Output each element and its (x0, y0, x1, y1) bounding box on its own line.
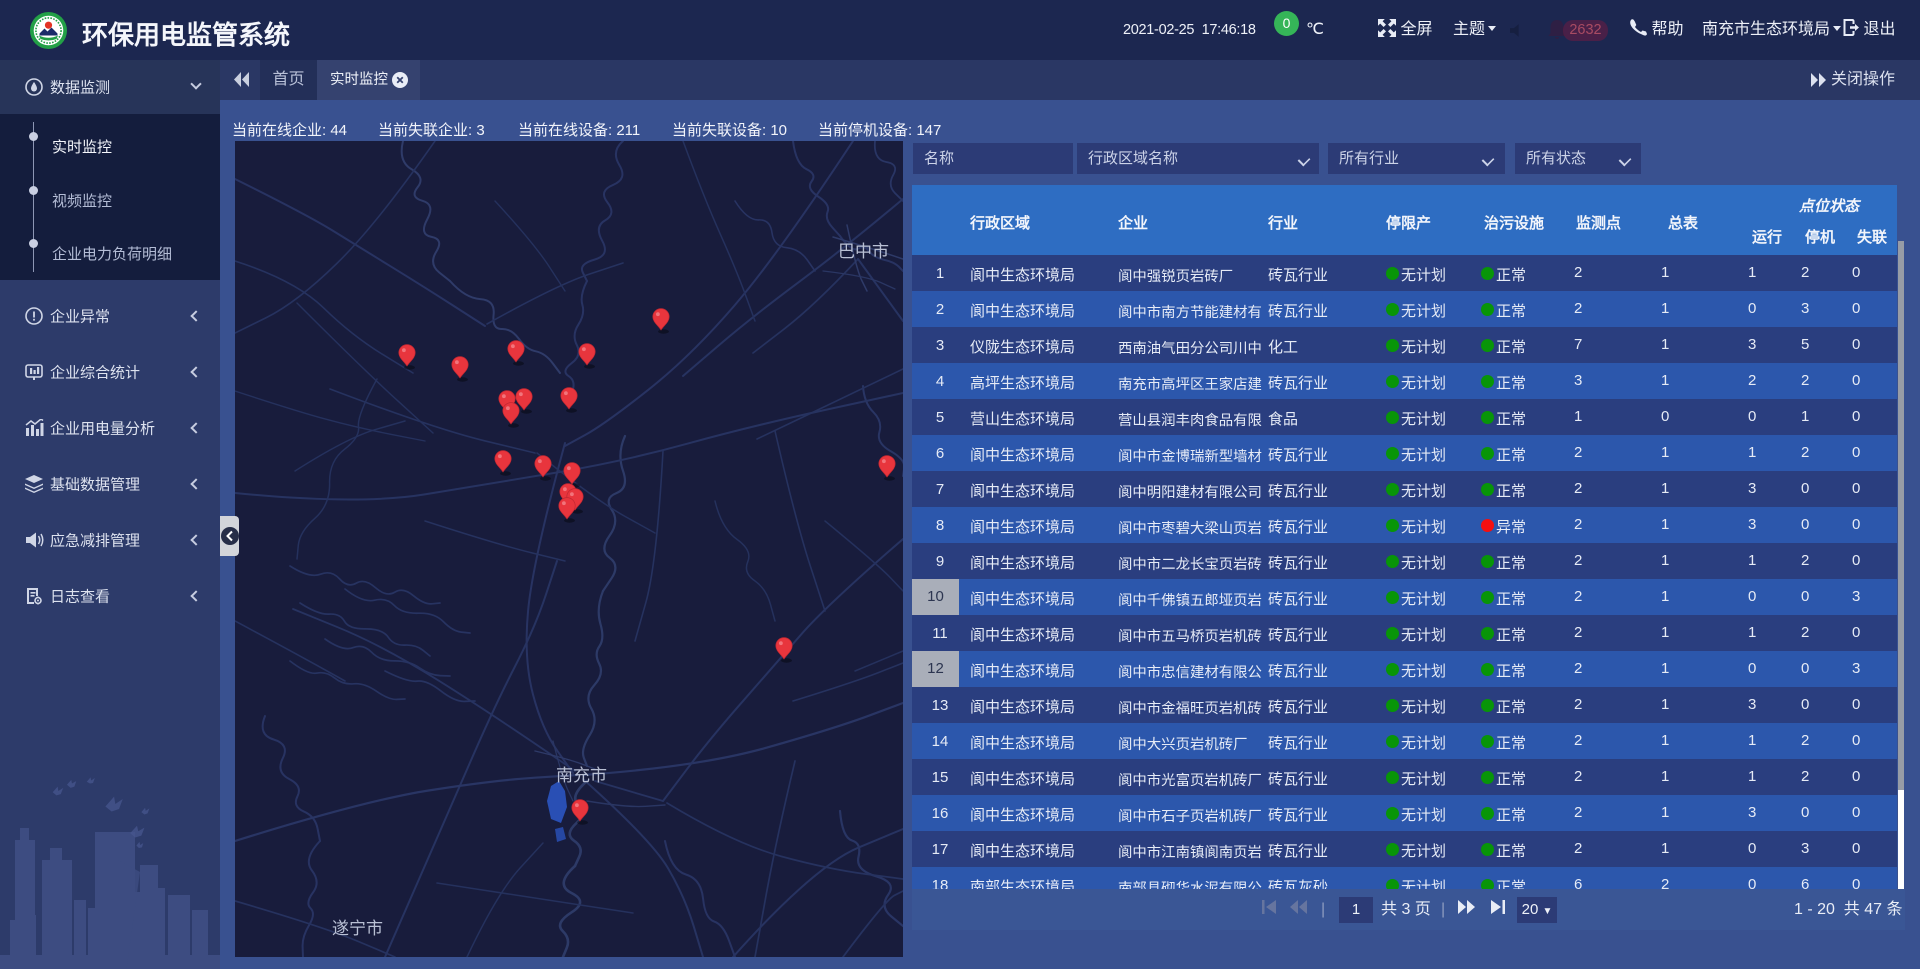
svg-text:南充市: 南充市 (556, 766, 607, 785)
svg-text:巴中市: 巴中市 (838, 242, 889, 261)
svg-text:遂宁市: 遂宁市 (332, 919, 383, 938)
